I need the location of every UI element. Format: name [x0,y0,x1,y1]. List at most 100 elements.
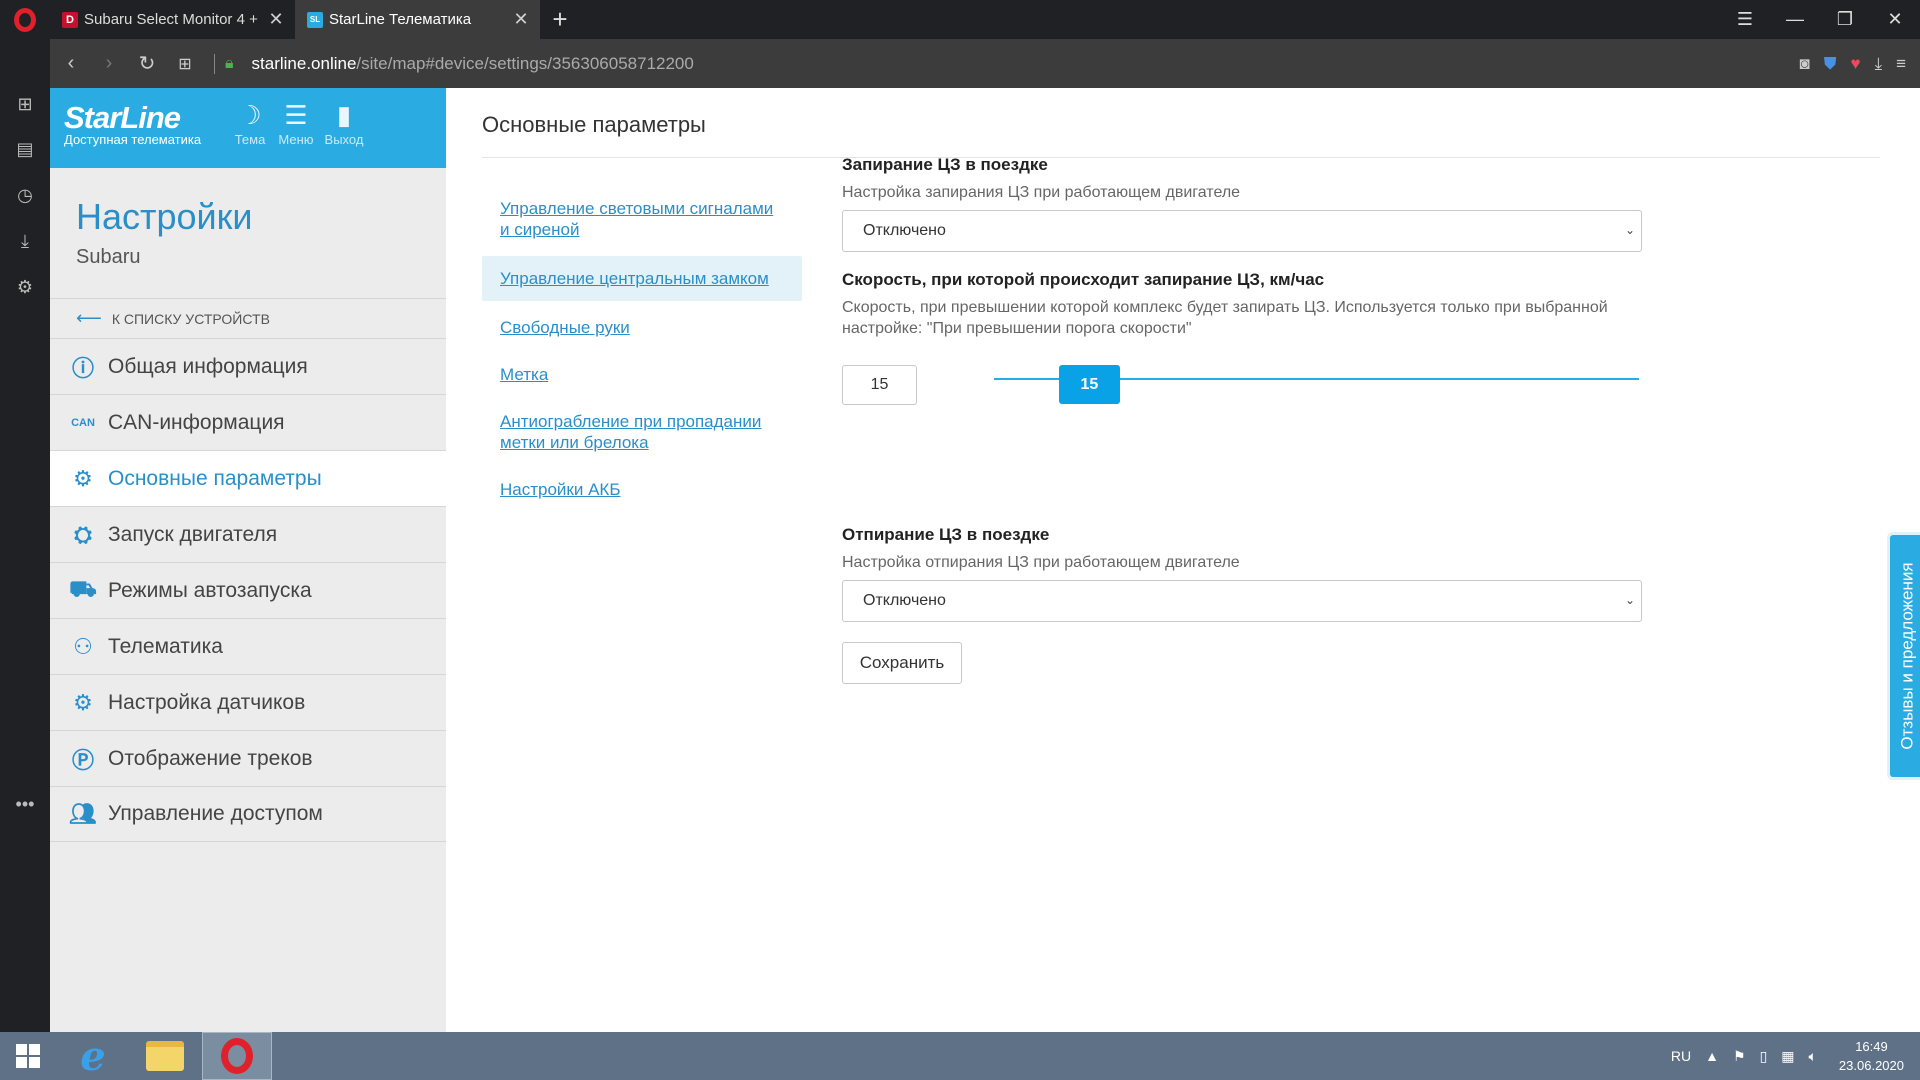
sidebar-item-label: Отображение треков [108,746,313,770]
tray-expand-icon[interactable]: ▲ [1705,1048,1719,1064]
tab-starline[interactable]: SL StarLine Телематика ✕ [295,0,540,39]
lock-speed-label: Скорость, при которой происходит запиран… [842,270,1325,289]
windows-taskbar: e RU ▲ ⚑ ▯ ▦ 🔈︎ 16:49 23.06.2020 [0,1032,1920,1080]
separator [214,53,215,74]
sensors-icon: ⚙ [73,689,93,715]
feedback-label: Отзывы и предложения [1897,562,1917,750]
sidebar-item-tracks[interactable]: Ⓟ Отображение треков [50,730,446,786]
more-icon[interactable]: ••• [12,791,38,817]
gear-icon: ⚙ [73,465,93,491]
close-tab-icon[interactable]: ✕ [512,9,530,30]
unlock-in-drive-select[interactable]: Отключено ⌄ [842,580,1642,622]
restore-icon[interactable]: ❐ [1820,0,1870,39]
downloads-icon[interactable]: ⤓ [12,228,38,254]
sublink-lights-siren[interactable]: Управление световыми сигналами и сиреной [482,188,802,250]
theme-button[interactable]: ☽ Тема [224,98,276,147]
autostart-icon: ⛟ [69,576,97,601]
save-button[interactable]: Сохранить [842,642,962,684]
info-icon: ⓘ [71,355,94,381]
device-icon[interactable]: ▯ [1760,1048,1768,1065]
speed-dial-icon[interactable]: ⊞ [12,91,38,117]
lock-icon[interactable]: 🔒︎ [225,55,234,73]
unlock-in-drive-label: Отпирание ЦЗ в поездке [842,525,1050,544]
network-icon[interactable]: ▦ [1781,1048,1794,1065]
camera-icon[interactable]: ◙ [1799,54,1809,74]
tab-favicon-icon: SL [307,11,323,28]
settings-menu: ⓘ Общая информация CAN CAN-информация ⚙ … [50,338,446,842]
telematics-icon: ⚇ [73,633,93,659]
sidebar-item-sensors[interactable]: ⚙ Настройка датчиков [50,674,446,730]
heart-icon[interactable]: ♥ [1850,54,1860,74]
starline-page: StarLine Доступная телематика ☽ Тема ☰ М… [50,88,1920,1032]
internet-explorer-icon: e [80,1032,106,1080]
opera-menu-icon[interactable] [0,0,50,39]
sublink-hands-free[interactable]: Свободные руки [482,307,802,348]
back-icon[interactable]: ‹ [52,44,90,84]
lock-speed-input[interactable]: 15 [842,365,917,405]
easy-setup-icon[interactable]: ≡ [1896,54,1906,74]
close-tab-icon[interactable]: ✕ [267,9,285,30]
exit-button[interactable]: ▮ Выход [318,98,370,147]
feedback-tab[interactable]: Отзывы и предложения [1887,532,1920,780]
sublink-central-lock[interactable]: Управление центральным замком [482,256,802,301]
sublink-battery[interactable]: Настройки АКБ [482,469,802,510]
sidebar-item-engine-start[interactable]: ⛭ Запуск двигателя [50,506,446,562]
close-window-icon[interactable]: ✕ [1870,0,1920,39]
clock[interactable]: 16:49 23.06.2020 [1839,1037,1904,1075]
users-icon: 👥︎ [69,801,97,826]
sidebar-item-label: Общая информация [108,354,308,378]
settings-sidebar: StarLine Доступная телематика ☽ Тема ☰ М… [50,88,446,1032]
minimize-icon[interactable]: — [1770,0,1820,39]
sublink-antihijack[interactable]: Антиограбление при пропадании метки или … [482,401,802,463]
lock-in-drive-description: Настройка запирания ЦЗ при работающем дв… [842,184,1241,201]
flag-icon[interactable]: ⚑ [1733,1048,1746,1065]
volume-icon[interactable]: 🔈︎ [1809,1048,1817,1065]
opera-icon [221,1038,253,1074]
sidebar-item-can-info[interactable]: CAN CAN-информация [50,394,446,450]
divider [482,157,1880,158]
subsection-nav: Управление световыми сигналами и сиреной… [482,188,802,516]
sublink-tag[interactable]: Метка [482,354,802,395]
history-icon[interactable]: ◷ [12,182,38,208]
taskbar-explorer[interactable] [130,1032,200,1080]
taskbar-opera[interactable] [202,1032,272,1080]
device-name: Subaru [76,246,141,268]
forward-icon[interactable]: › [90,44,128,84]
brand-tagline: Доступная телематика [64,132,202,147]
brand-logo[interactable]: StarLine [64,100,181,136]
settings-header: Настройки Subaru [50,168,446,298]
lock-in-drive-select[interactable]: Отключено ⌄ [842,210,1642,252]
tab-subaru-monitor[interactable]: D Subaru Select Monitor 4 + ✕ [50,0,295,39]
language-indicator[interactable]: RU [1671,1048,1691,1064]
sidebar-item-autostart[interactable]: ⛟ Режимы автозапуска [50,562,446,618]
moon-icon: ☽ [238,100,262,130]
reload-icon[interactable]: ↻ [128,44,166,84]
start-button[interactable] [0,1032,56,1080]
chevron-down-icon: ⌄ [1624,223,1635,237]
settings-gear-icon[interactable]: ⚙ [12,274,38,300]
back-to-devices-link[interactable]: ⟵ К списку устройств [50,298,446,338]
shield-icon[interactable]: ⛊ [1824,54,1837,74]
sidebar-item-label: Управление доступом [108,802,323,825]
taskbar-ie[interactable]: e [58,1032,128,1080]
menu-button[interactable]: ☰ Меню [270,98,322,147]
sidebar-item-telematics[interactable]: ⚇ Телематика [50,618,446,674]
hamburger-icon: ☰ [284,100,308,130]
tab-title: Subaru Select Monitor 4 + [84,11,258,28]
can-icon: CAN [71,416,95,429]
news-icon[interactable]: ▤ [12,136,38,162]
section-heading: Основные параметры [482,112,706,137]
engine-icon: ⛭ [74,521,92,547]
sidebar-item-access[interactable]: 👥︎ Управление доступом [50,786,446,842]
browser-tabbar: D Subaru Select Monitor 4 + ✕ SL StarLin… [0,0,1920,39]
download-icon[interactable]: ⤓ [1875,54,1883,74]
sidebar-item-general-info[interactable]: ⓘ Общая информация [50,338,446,394]
speed-slider-handle[interactable]: 15 [1058,365,1120,404]
new-tab-button[interactable]: + [540,0,580,39]
lock-in-drive-label: Запирание ЦЗ в поездке [842,155,1048,174]
url-field[interactable]: starline.online/site/map#device/settings… [252,54,694,74]
tabs-grid-icon[interactable]: ⊞ [166,44,204,84]
tab-menu-icon[interactable]: ☰ [1720,0,1770,39]
sidebar-item-main-params[interactable]: ⚙ Основные параметры [50,450,446,506]
page-title: Настройки [76,196,253,237]
